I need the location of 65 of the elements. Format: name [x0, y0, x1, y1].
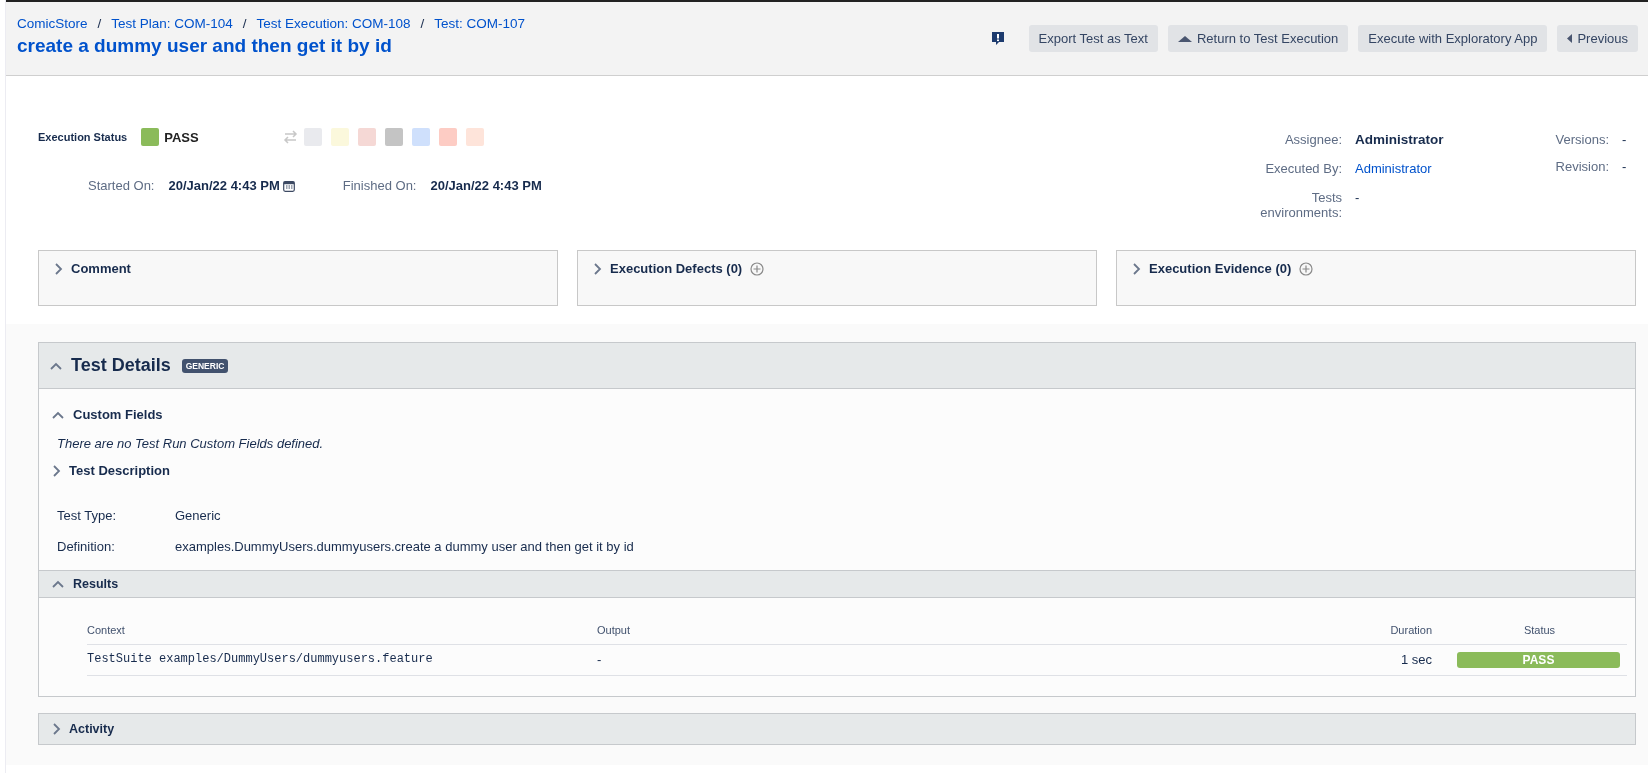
breadcrumb-separator: /: [97, 16, 102, 31]
panel-title: Comment: [71, 261, 131, 276]
feedback-icon[interactable]: [990, 31, 1005, 46]
breadcrumb-separator: /: [242, 16, 247, 31]
field-label: Definition:: [57, 539, 116, 554]
swap-arrows-icon: [282, 130, 298, 144]
breadcrumb-link[interactable]: Test: COM-107: [434, 16, 525, 31]
panel-title: Execution Evidence (0): [1149, 261, 1292, 276]
chevron-right-icon[interactable]: [53, 262, 63, 275]
field-label: Test Type:: [57, 508, 117, 523]
breadcrumb-separator: /: [420, 16, 425, 31]
table-cell: TestSuite examples/DummyUsers/dummyusers.feature: [87, 645, 597, 676]
field-label: Assignee:: [1283, 132, 1342, 147]
field-value: -: [1622, 159, 1628, 174]
field-label: Revision:: [1554, 159, 1609, 174]
breadcrumb-link[interactable]: Test Execution: COM-108: [256, 16, 411, 31]
field-label: Execution Status: [38, 131, 128, 143]
chevron-right-icon[interactable]: [51, 723, 61, 735]
page-title: create a dummy user and then get it by id: [17, 35, 393, 57]
section-title: Activity: [69, 722, 115, 736]
column-header: Status: [1452, 624, 1627, 645]
field-value: Generic: [175, 508, 222, 523]
field-label: Finished On:: [342, 178, 417, 193]
field-value: 20/Jan/22 4:43 PM: [430, 178, 542, 193]
column-header: Context: [87, 624, 597, 645]
subsection-title: Test Description: [69, 463, 170, 478]
field-label: Executed By:: [1264, 161, 1342, 176]
panel-title: Execution Defects (0): [610, 261, 743, 276]
toolbar-button[interactable]: Return to Test Execution: [1167, 25, 1349, 52]
field-value: -: [1622, 132, 1628, 147]
breadcrumb-link[interactable]: Test Plan: COM-104: [111, 16, 233, 31]
chevron-up-icon[interactable]: [49, 360, 63, 371]
type-badge: GENERIC: [181, 358, 229, 373]
status-text: PASS: [164, 129, 199, 145]
add-icon[interactable]: [750, 261, 765, 276]
breadcrumb-link[interactable]: ComicStore: [17, 16, 88, 31]
column-header: Output: [597, 624, 1342, 645]
table-cell: -: [597, 645, 1342, 676]
field-label: Started On:: [88, 178, 155, 193]
chevron-up-icon[interactable]: [51, 579, 65, 589]
column-header: Duration: [1342, 624, 1452, 645]
subsection-title: Custom Fields: [73, 407, 163, 422]
chevron-right-icon[interactable]: [51, 464, 61, 477]
toolbar-button[interactable]: Execute with Exploratory App: [1358, 25, 1548, 52]
field-value: 20/Jan/22 4:43 PM: [168, 178, 280, 193]
toolbar-button[interactable]: Previous: [1557, 25, 1638, 52]
section-title: Results: [73, 577, 119, 591]
table-cell: 1 sec: [1342, 645, 1452, 676]
chevron-up-icon[interactable]: [51, 409, 65, 420]
field-label: Versions:: [1554, 132, 1609, 147]
triangle-up-icon: [1177, 35, 1192, 42]
toolbar-button[interactable]: Export Test as Text: [1028, 25, 1158, 52]
info-note: There are no Test Run Custom Fields defined.: [57, 436, 325, 451]
add-icon[interactable]: [1299, 261, 1314, 276]
section-title: Test Details: [71, 355, 171, 376]
calendar-icon[interactable]: [282, 179, 295, 192]
field-value: Administrator: [1355, 132, 1445, 147]
status-pill: PASS: [1457, 652, 1620, 668]
user-link[interactable]: Administrator: [1355, 161, 1485, 176]
triangle-left-icon: [1567, 34, 1573, 43]
field-value: -: [1355, 190, 1361, 207]
chevron-right-icon[interactable]: [1131, 262, 1141, 275]
field-value: examples.DummyUsers.dummyusers.create a dummy user and then get it by id: [175, 539, 635, 554]
chevron-right-icon[interactable]: [592, 262, 602, 275]
field-label: Tests environments:: [1259, 190, 1342, 220]
